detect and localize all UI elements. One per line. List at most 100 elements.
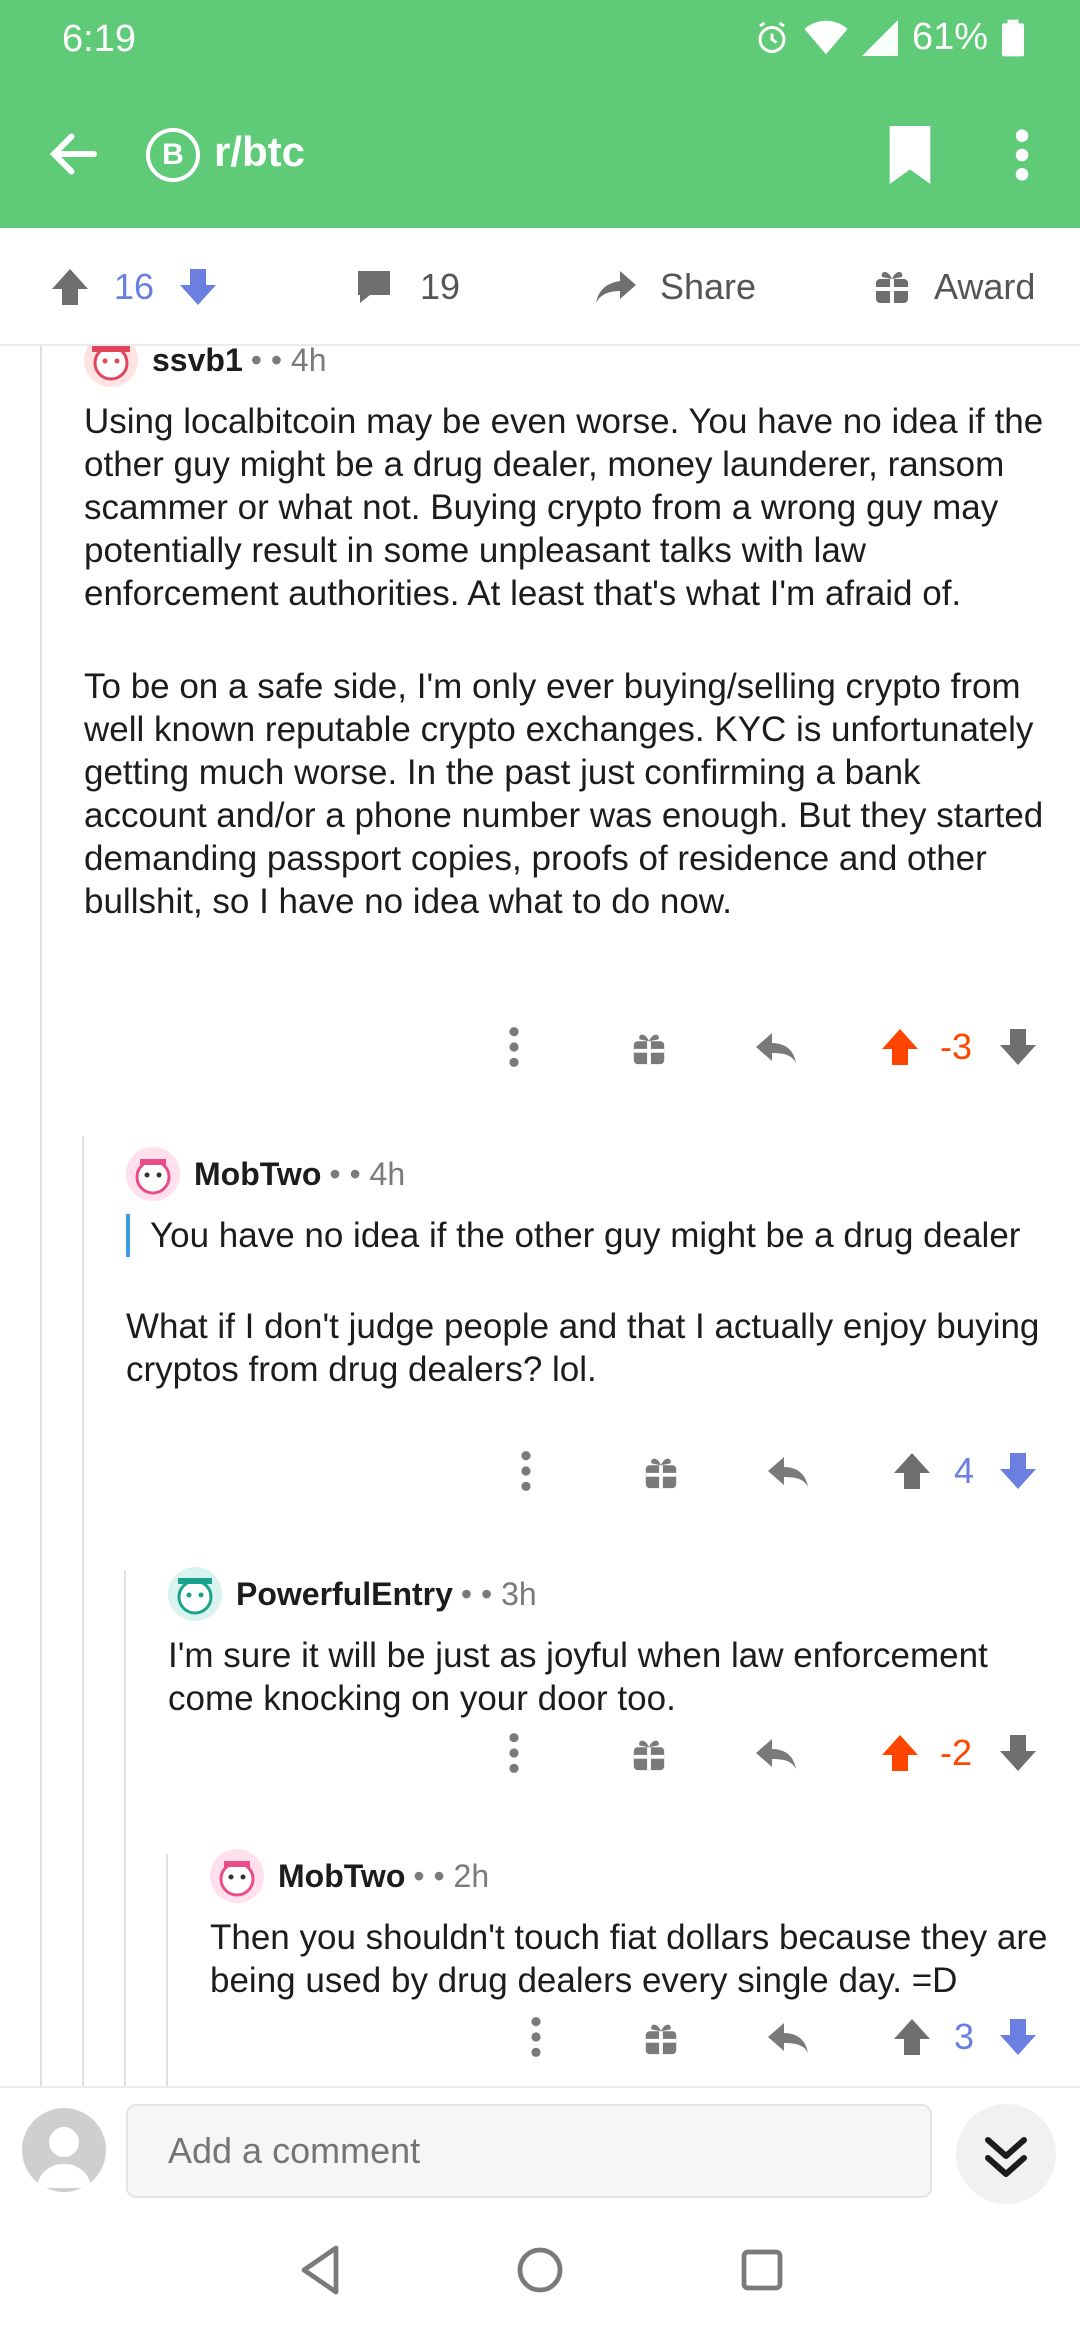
- upvote-arrow-icon[interactable]: [892, 2014, 932, 2060]
- avatar[interactable]: [210, 1849, 264, 1903]
- comment-thread: ssvb1 • • 4h Using localbitcoin may be e…: [0, 346, 1080, 2086]
- double-chevron-down-icon: [985, 2137, 1027, 2177]
- comment-header: ssvb1 • • 4h: [84, 346, 1044, 388]
- gift-icon[interactable]: [630, 1024, 668, 1070]
- comment-actions: -3: [84, 1016, 1044, 1086]
- comment-bubble-icon: [358, 271, 390, 303]
- comment-meta: • • 4h: [250, 346, 327, 378]
- gift-icon: [876, 272, 908, 303]
- post-score: 16: [114, 266, 155, 307]
- share-button[interactable]: Share: [594, 228, 756, 346]
- downvote-arrow-icon[interactable]: [998, 1448, 1038, 1494]
- comment-meta: • • 4h: [329, 1155, 406, 1192]
- user-avatar[interactable]: [22, 2108, 106, 2192]
- gift-icon[interactable]: [630, 1730, 668, 1776]
- comment-score: -2: [940, 1732, 973, 1773]
- avatar[interactable]: [84, 346, 138, 387]
- upvote-arrow-icon[interactable]: [892, 1448, 932, 1494]
- comment-actions: 4: [126, 1440, 1044, 1510]
- more-menu-icon[interactable]: [1006, 126, 1038, 184]
- upvote-arrow-icon[interactable]: [880, 1024, 920, 1070]
- comment-author[interactable]: PowerfulEntry: [236, 1576, 453, 1613]
- comment-body: You have no idea if the other guy might …: [126, 1214, 1044, 1391]
- downvote-arrow-icon: [180, 269, 216, 305]
- comment-author[interactable]: ssvb1: [152, 346, 243, 379]
- snoo-avatar-icon: [177, 1578, 213, 1615]
- avatar[interactable]: [168, 1567, 222, 1621]
- status-time: 6:19: [62, 18, 136, 60]
- thread-rail[interactable]: [124, 1570, 126, 2086]
- gift-icon[interactable]: [642, 2014, 680, 2060]
- back-arrow-icon[interactable]: [44, 124, 104, 184]
- comment-score: -3: [940, 1026, 973, 1067]
- bookmark-icon[interactable]: [886, 126, 934, 184]
- toolbar: B r/btc: [0, 96, 1080, 212]
- downvote-arrow-icon[interactable]: [998, 1024, 1038, 1070]
- thread-rail[interactable]: [166, 1854, 168, 2086]
- nav-recents-icon[interactable]: [738, 2242, 786, 2298]
- comment-author[interactable]: MobTwo: [194, 1156, 321, 1193]
- next-comment-button[interactable]: [956, 2104, 1056, 2204]
- add-comment-input[interactable]: [126, 2104, 932, 2198]
- comment-header: MobTwo • • 4h: [126, 1146, 1044, 1202]
- upvote-arrow-icon: [52, 269, 88, 305]
- more-options-icon[interactable]: [526, 2014, 546, 2060]
- comment-score: 4: [954, 1450, 975, 1491]
- comment-paragraph: What if I don't judge people and that I …: [126, 1307, 1040, 1389]
- post-downvote-button[interactable]: [178, 228, 218, 346]
- nav-back-icon[interactable]: [296, 2242, 344, 2298]
- comment-body: I'm sure it will be just as joyful when …: [168, 1634, 1044, 1720]
- more-options-icon[interactable]: [504, 1730, 524, 1776]
- comment-meta: • • 2h: [413, 1857, 490, 1894]
- downvote-arrow-icon[interactable]: [998, 2014, 1038, 2060]
- comment-paragraph: Using localbitcoin may be even worse. Yo…: [84, 402, 1044, 613]
- comment-meta: • • 3h: [460, 1575, 537, 1612]
- thread-rail[interactable]: [82, 1136, 84, 2086]
- comment-actions: 3: [210, 2006, 1044, 2076]
- system-nav-bar: [0, 2216, 1080, 2340]
- comment-author[interactable]: MobTwo: [278, 1858, 405, 1895]
- alarm-icon: [758, 21, 786, 53]
- more-options-icon[interactable]: [516, 1448, 536, 1494]
- thread-rail[interactable]: [40, 346, 42, 2086]
- downvote-arrow-icon[interactable]: [998, 1730, 1038, 1776]
- comment-header: MobTwo • • 2h: [210, 1848, 1050, 1904]
- user-silhouette-icon: [36, 2127, 92, 2188]
- snoo-avatar-icon: [92, 346, 130, 381]
- battery-percent: 61%: [911, 16, 988, 58]
- comment-paragraph: I'm sure it will be just as joyful when …: [168, 1636, 988, 1718]
- reply-arrow-icon[interactable]: [754, 1024, 798, 1070]
- reply-arrow-icon[interactable]: [754, 1730, 798, 1776]
- comment-header: PowerfulEntry • • 3h: [168, 1566, 1044, 1622]
- compose-bar: [0, 2086, 1080, 2216]
- comment-body: Using localbitcoin may be even worse. Yo…: [84, 400, 1044, 923]
- more-options-icon[interactable]: [504, 1024, 524, 1070]
- share-label: Share: [660, 266, 757, 307]
- subreddit-icon[interactable]: B: [146, 128, 200, 182]
- snoo-avatar-icon: [135, 1159, 171, 1195]
- signal-icon: [861, 19, 898, 56]
- comment: MobTwo • • 4h You have no idea if the ot…: [126, 1146, 1044, 1391]
- subreddit-name[interactable]: r/btc: [214, 128, 305, 176]
- comments-count-button[interactable]: 19: [354, 228, 460, 346]
- share-arrow-icon: [596, 271, 636, 303]
- status-icons: 61%: [754, 16, 1024, 59]
- wifi-icon: [804, 20, 848, 54]
- comment-paragraph: To be on a safe side, I'm only ever buyi…: [84, 667, 1044, 921]
- comment: PowerfulEntry • • 3h I'm sure it will be…: [168, 1566, 1044, 1720]
- status-bar: 6:19 61%: [0, 0, 1080, 80]
- reply-arrow-icon[interactable]: [766, 2014, 810, 2060]
- reply-arrow-icon[interactable]: [766, 1448, 810, 1494]
- post-upvote-button[interactable]: [50, 228, 90, 346]
- avatar[interactable]: [126, 1147, 180, 1201]
- battery-icon: [1002, 19, 1024, 56]
- gift-icon[interactable]: [642, 1448, 680, 1494]
- nav-home-icon[interactable]: [516, 2242, 564, 2298]
- comment-body: Then you shouldn't touch fiat dollars be…: [210, 1916, 1050, 2002]
- app-bar: 6:19 61% B r/btc: [0, 0, 1080, 228]
- upvote-arrow-icon[interactable]: [880, 1730, 920, 1776]
- comments-count: 19: [420, 266, 461, 307]
- snoo-avatar-icon: [219, 1861, 255, 1897]
- award-button[interactable]: Award: [872, 228, 1035, 346]
- comment: ssvb1 • • 4h Using localbitcoin may be e…: [84, 346, 1044, 923]
